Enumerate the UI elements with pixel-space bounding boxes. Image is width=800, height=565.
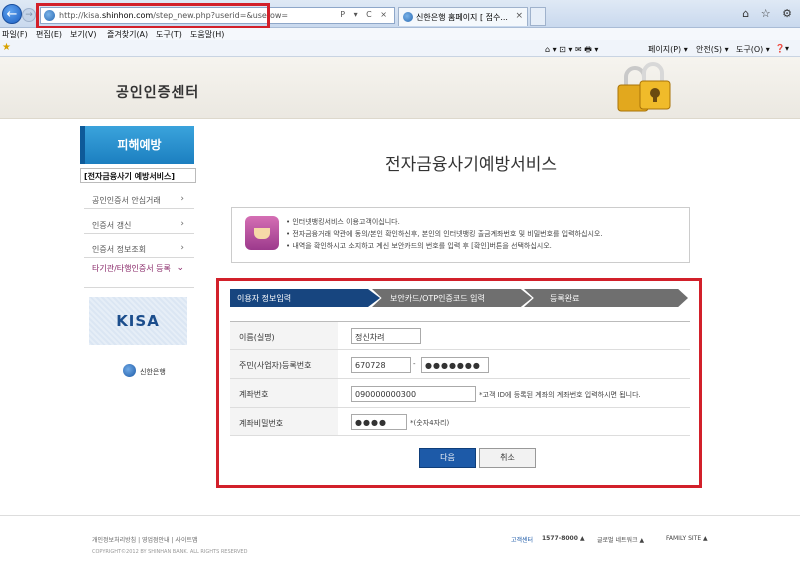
kisa-logo-text: KISA [116, 312, 160, 330]
account-hint: *고객 ID에 등록된 계좌의 계좌번호 입력하시면 됩니다. [479, 391, 641, 399]
step-3: 등록완료 [524, 289, 688, 307]
name-input[interactable]: 정신차려 [351, 328, 421, 344]
form-row-password: 계좌비밀번호 ●●●● *(숫자4자리) [230, 408, 690, 436]
menu-bar: 파일(F) 편집(E) 보기(V) 즐겨찾기(A) 도구(T) 도움말(H) [0, 28, 800, 40]
sidebar-item-label: 공인인증서 안심거래 [92, 196, 161, 205]
url-highlight-box [36, 3, 270, 29]
call-center-label: 고객센터 [511, 537, 534, 544]
form-row-account: 계좌번호 090000000300 *고객 ID에 등록된 계좌의 계좌번호 입… [230, 379, 690, 408]
page-title: 전자금융사기예방서비스 [385, 155, 558, 175]
account-label: 계좌번호 [239, 390, 269, 399]
sidebar-section-title[interactable]: 피해예방 [80, 126, 194, 164]
chevron-right-icon: › [180, 243, 184, 253]
tab-favicon-icon [403, 12, 413, 22]
sidebar-section-label: 피해예방 [117, 138, 162, 152]
user-info-form: 이름(실명) 정신차려 주민(사업자)등록번호 670728 - ●●●●●●●… [230, 321, 690, 436]
step-label: 보안카드/OTP인증코드 입력 [390, 294, 485, 303]
sidebar-item-other-cert[interactable]: 타기관/타행인증서 등록 ⌄ [84, 262, 194, 288]
sidebar-item-safe-transaction[interactable]: 공인인증서 안심거래 › [84, 192, 194, 209]
menu-favorites[interactable]: 즐겨찾기(A) [107, 29, 148, 40]
back-button[interactable]: ← [2, 4, 22, 24]
step-indicator: 이용자 정보입력 보안카드/OTP인증코드 입력 등록완료 [230, 289, 688, 307]
name-label: 이름(실명) [239, 333, 275, 342]
form-row-name: 이름(실명) 정신차려 [230, 322, 690, 350]
sidebar-item-info[interactable]: 인증서 정보조회 › [84, 240, 194, 258]
menu-view[interactable]: 보기(V) [70, 29, 96, 40]
address-controls[interactable]: P ▾ C × [340, 10, 390, 19]
footer-divider [0, 515, 800, 516]
password-value: ●●●● [355, 418, 387, 427]
account-value: 090000000300 [355, 390, 417, 399]
form-label-cell: 이름(실명) [230, 322, 338, 349]
menu-edit[interactable]: 편집(E) [36, 29, 62, 40]
account-input[interactable]: 090000000300 [351, 386, 476, 402]
name-value: 정신차려 [355, 333, 385, 342]
rrn-separator: - [413, 360, 416, 368]
padlock-icon [617, 62, 671, 112]
rrn-label: 주민(사업자)등록번호 [239, 361, 312, 370]
cmd-help[interactable]: ❓▾ [775, 44, 789, 53]
info-line-1: • 인터넷뱅킹서비스 이용고객이십니다. [286, 218, 400, 226]
password-label: 계좌비밀번호 [239, 419, 284, 428]
step-label: 이용자 정보입력 [237, 294, 292, 303]
password-hint: *(숫자4자리) [410, 419, 450, 427]
site-title[interactable]: 공인인증센터 [116, 82, 199, 102]
step-label: 등록완료 [550, 294, 580, 303]
chevron-right-icon: › [180, 194, 184, 204]
form-label-cell: 주민(사업자)등록번호 [230, 350, 338, 378]
footer-copyright: COPYRIGHT©2012 BY SHINHAN BANK. ALL RIGH… [92, 549, 248, 555]
command-bar: ★ ⌂ ▾ ⊡ ▾ ✉ 🖶 ▾ 페이지(P) ▾ 안전(S) ▾ 도구(O) ▾… [0, 40, 800, 57]
password-input[interactable]: ●●●● [351, 414, 407, 430]
shinhan-logo-icon [123, 364, 136, 377]
tab-close-icon[interactable]: × [515, 11, 523, 21]
rrn-front-input[interactable]: 670728 [351, 357, 411, 373]
teacup-icon [245, 216, 279, 250]
info-line-3: • 내역을 확인하시고 소지하고 계신 보안카드의 번호를 입력 후 [확인]버… [286, 242, 552, 250]
browser-right-icons[interactable]: ⌂ ☆ ⚙ [742, 7, 796, 20]
step-1-active: 이용자 정보입력 [230, 289, 380, 307]
form-label-cell: 계좌비밀번호 [230, 408, 338, 435]
cmd-safety[interactable]: 안전(S) ▾ [696, 44, 729, 55]
sidebar-item-label: [전자금융사기 예방서비스] [84, 172, 176, 181]
kisa-logo[interactable]: KISA [89, 297, 187, 345]
sidebar-item-label: 인증서 갱신 [92, 221, 132, 230]
forward-button[interactable]: → [22, 8, 36, 22]
next-button[interactable]: 다음 [419, 448, 476, 468]
sidebar-item-fraud-prevention[interactable]: [전자금융사기 예방서비스] [80, 168, 196, 183]
tab-title: 신한은행 홈페이지 [ 접수... [416, 13, 508, 22]
bank-logo-text: 신한은행 [140, 368, 166, 376]
call-center-number[interactable]: 1577-8000 ▲ [542, 535, 585, 542]
step-2: 보안카드/OTP인증코드 입력 [372, 289, 532, 307]
info-line-2: • 전자금융거래 약관에 동의/본인 확인하신후, 본인의 인터넷뱅킹 출금계좌… [286, 230, 603, 238]
sidebar-item-renew[interactable]: 인증서 갱신 › [84, 216, 194, 234]
menu-help[interactable]: 도움말(H) [190, 29, 224, 40]
chevron-right-icon: › [180, 219, 184, 229]
rrn-back-value: ●●●●●●● [425, 361, 481, 370]
rrn-back-input[interactable]: ●●●●●●● [421, 357, 489, 373]
footer-links[interactable]: 개인정보처리방침 | 영업점안내 | 사이트맵 [92, 535, 198, 544]
favorites-star-icon[interactable]: ★ [2, 42, 11, 53]
form-label-cell: 계좌번호 [230, 379, 338, 407]
sidebar-item-label: 타기관/타행인증서 등록 [92, 264, 171, 273]
cmd-page[interactable]: 페이지(P) ▾ [648, 44, 688, 55]
cancel-button[interactable]: 취소 [479, 448, 536, 468]
form-row-rrn: 주민(사업자)등록번호 670728 - ●●●●●●● [230, 350, 690, 379]
new-tab-button[interactable] [530, 7, 546, 26]
menu-tools[interactable]: 도구(T) [156, 29, 182, 40]
chevron-down-icon: ⌄ [176, 263, 184, 273]
menu-file[interactable]: 파일(F) [2, 29, 28, 40]
home-icon[interactable]: ⌂ ▾ ⊡ ▾ ✉ 🖶 ▾ [545, 44, 598, 58]
sidebar-item-label: 인증서 정보조회 [92, 245, 147, 254]
rrn-front-value: 670728 [355, 361, 386, 370]
global-network-link[interactable]: 글로벌 네트워크 ▲ [597, 535, 644, 544]
cmd-tools[interactable]: 도구(O) ▾ [736, 44, 770, 55]
family-site-link[interactable]: FAMILY SITE ▲ [666, 535, 708, 542]
browser-tab[interactable]: 신한은행 홈페이지 [ 접수... × [398, 7, 528, 26]
